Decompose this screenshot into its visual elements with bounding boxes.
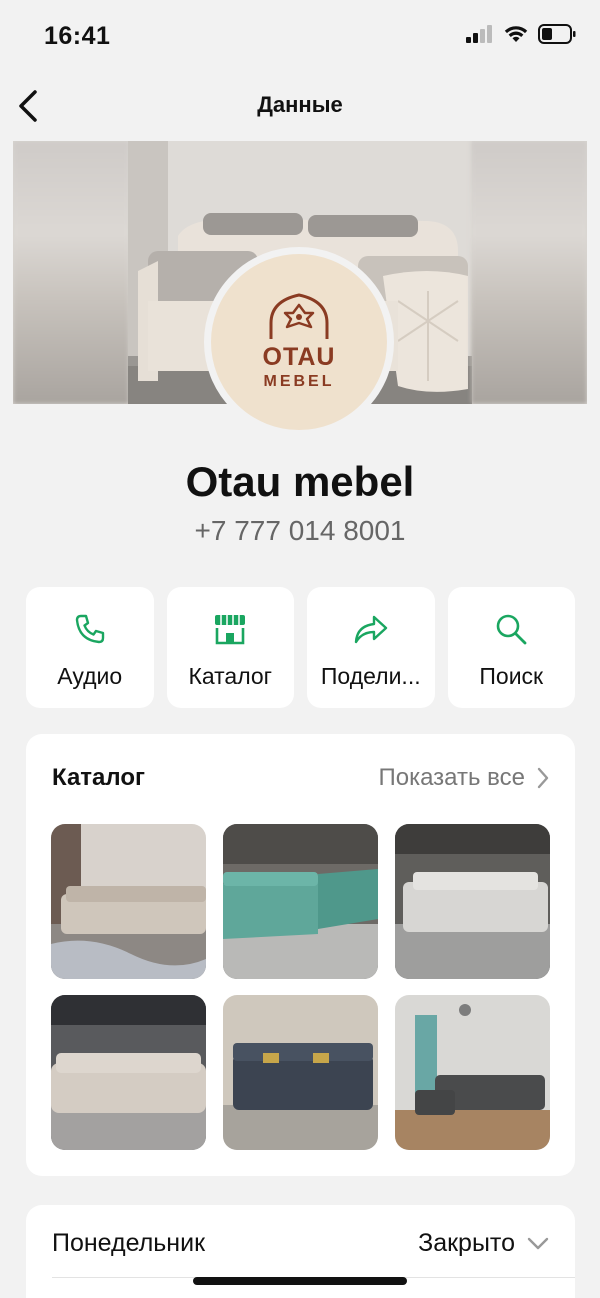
status-time: 16:41 bbox=[44, 22, 111, 50]
status-icons bbox=[466, 24, 576, 44]
product-image bbox=[51, 824, 206, 979]
share-label: Подели... bbox=[320, 663, 421, 689]
phone-icon bbox=[75, 614, 104, 644]
product-image bbox=[223, 824, 378, 979]
business-name: Otau mebel bbox=[185, 458, 415, 505]
chevron-right-icon bbox=[537, 767, 549, 789]
catalog-label: Каталог bbox=[188, 663, 273, 689]
catalog-button[interactable]: Каталог bbox=[166, 587, 294, 708]
status-bar: 16:41 bbox=[0, 0, 600, 72]
product-image bbox=[395, 995, 550, 1150]
catalog-title: Каталог bbox=[52, 764, 145, 791]
audio-call-button[interactable]: Аудио bbox=[26, 587, 154, 708]
search-label: Поиск bbox=[479, 663, 544, 689]
catalog-item[interactable] bbox=[395, 995, 550, 1150]
battery-icon bbox=[538, 24, 576, 44]
logo-text-line2: MEBEL bbox=[263, 373, 335, 390]
hours-status-label: Закрыто bbox=[418, 1229, 515, 1257]
catalog-grid bbox=[51, 824, 550, 1150]
share-button[interactable]: Подели... bbox=[307, 587, 435, 708]
catalog-item[interactable] bbox=[51, 995, 206, 1150]
catalog-section: Каталог Показать все bbox=[26, 734, 575, 1176]
catalog-item[interactable] bbox=[223, 824, 378, 979]
product-image bbox=[223, 995, 378, 1150]
home-indicator[interactable] bbox=[193, 1277, 407, 1285]
share-icon bbox=[354, 615, 387, 644]
cover-blur-right bbox=[471, 141, 587, 404]
hours-day: Понедельник bbox=[52, 1229, 206, 1257]
catalog-item[interactable] bbox=[51, 824, 206, 979]
business-avatar[interactable]: OTAU MEBEL bbox=[204, 247, 394, 437]
show-all-label: Показать все bbox=[378, 764, 525, 791]
audio-call-label: Аудио bbox=[57, 663, 123, 689]
chevron-down-icon bbox=[527, 1237, 549, 1249]
show-all-link[interactable]: Показать все bbox=[378, 764, 549, 792]
search-button[interactable]: Поиск bbox=[447, 587, 575, 708]
storefront-icon bbox=[215, 615, 246, 645]
action-buttons: Аудио Каталог Подели... Поиск bbox=[26, 587, 575, 708]
catalog-item[interactable] bbox=[395, 824, 550, 979]
nav-bar: Данные bbox=[0, 72, 600, 138]
product-image bbox=[395, 824, 550, 979]
wifi-icon bbox=[504, 26, 528, 42]
product-image bbox=[51, 995, 206, 1150]
business-phone[interactable]: +7 777 014 8001 bbox=[0, 515, 600, 547]
hours-status[interactable]: Закрыто bbox=[418, 1229, 549, 1258]
cover-blur-left bbox=[13, 141, 129, 404]
otau-logo-icon bbox=[269, 293, 329, 339]
catalog-item[interactable] bbox=[223, 995, 378, 1150]
page-title: Данные bbox=[257, 92, 343, 117]
logo-text-line1: OTAU bbox=[262, 343, 336, 371]
search-icon bbox=[496, 614, 527, 645]
signal-icon bbox=[466, 25, 492, 43]
